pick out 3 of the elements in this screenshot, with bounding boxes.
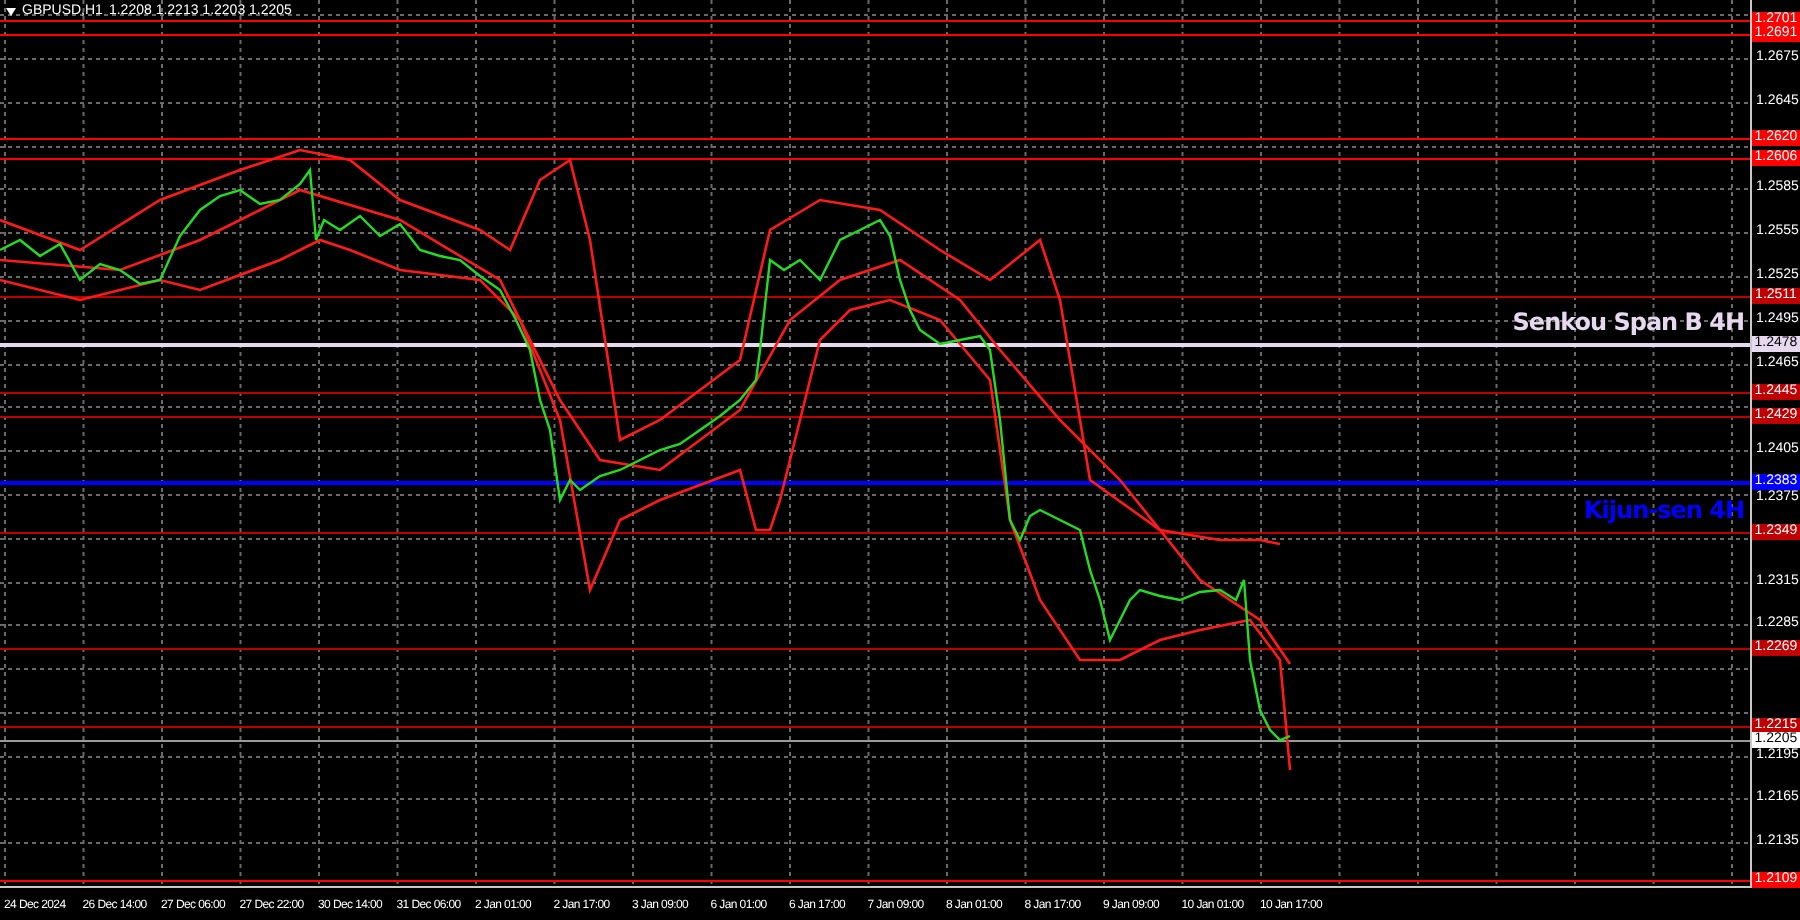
indicator-line-label: Kijun-sen 4H bbox=[1584, 496, 1744, 525]
dropdown-icon[interactable] bbox=[6, 7, 16, 15]
indicator-line-label: Senkou Span B 4H bbox=[1512, 308, 1744, 337]
